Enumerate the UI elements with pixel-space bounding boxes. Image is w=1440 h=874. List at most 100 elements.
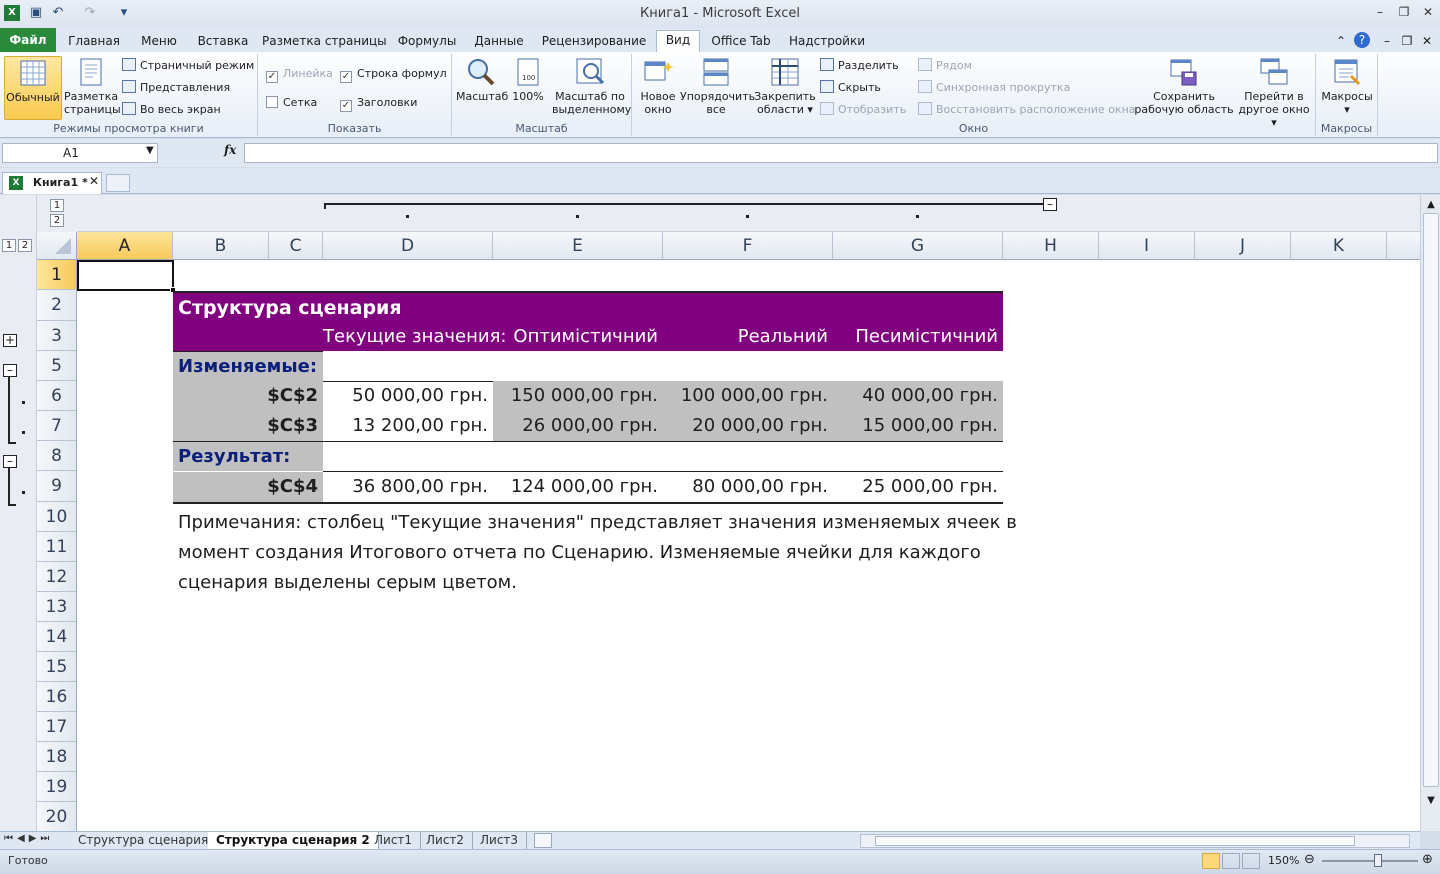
vertical-scroll-thumb[interactable] xyxy=(1423,213,1439,787)
insert-sheet-icon[interactable] xyxy=(534,833,552,848)
column-header-c[interactable]: C xyxy=(269,232,323,260)
page-break-preview-button[interactable]: Страничный режим xyxy=(122,58,254,74)
zoom-to-selection-button[interactable]: Масштаб по выделенному xyxy=(552,56,631,116)
doc-tab-book1[interactable]: X Книга1 * ✕ xyxy=(2,172,102,194)
row-header-3[interactable]: 3 xyxy=(37,321,77,351)
sheet-nav-arrows-icon[interactable]: ⏮◀▶⏭ xyxy=(4,833,53,844)
new-doc-tab-icon[interactable] xyxy=(106,174,130,192)
new-window-button[interactable]: Новое окно xyxy=(636,56,680,116)
sheet-tab-1[interactable]: Структура сценария xyxy=(70,832,218,850)
column-header-e[interactable]: E xyxy=(493,232,663,260)
reset-window-position-button[interactable]: Восстановить расположение окна xyxy=(918,102,1136,118)
collapse-rows-icon[interactable]: – xyxy=(3,455,17,468)
zoom-100-button[interactable]: 100 100% xyxy=(508,56,548,103)
row-header-16[interactable]: 16 xyxy=(37,682,77,712)
row-header-2[interactable]: 2 xyxy=(37,290,77,321)
tab-file[interactable]: Файл xyxy=(0,28,56,52)
column-header-d[interactable]: D xyxy=(323,232,493,260)
row-header-8[interactable]: 8 xyxy=(37,441,77,471)
ruler-checkbox[interactable]: ✓ Линейка xyxy=(266,66,333,83)
zoom-in-icon[interactable]: ⊕ xyxy=(1422,852,1433,867)
row-header-18[interactable]: 18 xyxy=(37,742,77,772)
row-header-13[interactable]: 13 xyxy=(37,592,77,622)
tab-office-tab[interactable]: Office Tab xyxy=(708,32,774,52)
zoom-out-icon[interactable]: ⊖ xyxy=(1304,852,1315,867)
collapse-columns-icon[interactable]: – xyxy=(1043,198,1057,211)
synchronous-scrolling-button[interactable]: Синхронная прокрутка xyxy=(918,80,1070,96)
col-outline-level-2[interactable]: 2 xyxy=(50,214,64,227)
insert-function-icon[interactable]: fx xyxy=(224,143,236,157)
row-header-1[interactable]: 1 xyxy=(37,260,77,290)
minimize-icon[interactable]: – xyxy=(1370,5,1390,21)
unhide-button[interactable]: Отобразить xyxy=(820,102,906,118)
tab-menu[interactable]: Меню xyxy=(134,32,184,52)
row-header-19[interactable]: 19 xyxy=(37,772,77,802)
freeze-panes-button[interactable]: Закрепить области ▾ xyxy=(754,56,816,116)
scroll-up-icon[interactable]: ▲ xyxy=(1424,199,1438,211)
active-cell-a1[interactable] xyxy=(77,260,174,291)
tab-view[interactable]: Вид xyxy=(656,30,700,52)
doc-close-icon[interactable]: ✕ xyxy=(1420,32,1434,52)
hide-button[interactable]: Скрыть xyxy=(820,80,881,96)
doc-restore-icon[interactable]: ❐ xyxy=(1400,32,1414,52)
close-tab-icon[interactable]: ✕ xyxy=(89,174,99,188)
view-side-by-side-button[interactable]: Рядом xyxy=(918,58,972,74)
row-header-10[interactable]: 10 xyxy=(37,502,77,532)
custom-views-button[interactable]: Представления xyxy=(122,80,230,96)
tab-data[interactable]: Данные xyxy=(468,32,530,52)
row-header-20[interactable]: 20 xyxy=(37,802,77,831)
help-icon[interactable]: ? xyxy=(1354,32,1370,48)
row-header-14[interactable]: 14 xyxy=(37,622,77,652)
normal-view-button[interactable]: Обычный xyxy=(4,56,62,120)
page-layout-status-icon[interactable] xyxy=(1222,853,1240,869)
zoom-slider[interactable] xyxy=(1322,860,1418,862)
column-header-b[interactable]: B xyxy=(173,232,269,260)
row-header-11[interactable]: 11 xyxy=(37,532,77,562)
doc-minimize-icon[interactable]: – xyxy=(1380,32,1394,52)
gridlines-checkbox[interactable]: Сетка xyxy=(266,95,317,111)
vertical-scrollbar[interactable]: ▲ ▼ xyxy=(1420,195,1440,831)
page-break-status-icon[interactable] xyxy=(1242,853,1260,869)
zoom-level[interactable]: 150% xyxy=(1268,854,1299,867)
collapse-rows-icon[interactable]: – xyxy=(3,364,17,377)
scroll-down-icon[interactable]: ▼ xyxy=(1424,795,1438,807)
row-header-12[interactable]: 12 xyxy=(37,562,77,592)
tab-review[interactable]: Рецензирование xyxy=(538,32,650,52)
row-header-6[interactable]: 6 xyxy=(37,381,77,411)
column-header-a[interactable]: A xyxy=(77,232,173,260)
tab-page-layout[interactable]: Разметка страницы xyxy=(262,32,387,52)
column-header-k[interactable]: K xyxy=(1291,232,1387,260)
row-header-17[interactable]: 17 xyxy=(37,712,77,742)
horizontal-scroll-thumb[interactable] xyxy=(875,836,1355,846)
name-box-dropdown-icon[interactable]: ▼ xyxy=(146,145,154,156)
sheet-tab-4[interactable]: Лист2 xyxy=(418,832,474,850)
name-box[interactable]: A1 xyxy=(2,143,158,163)
tab-home[interactable]: Главная xyxy=(64,32,124,52)
worksheet-grid[interactable]: 1 2 1 2 – + – – A B C D E F G H I J K 1 … xyxy=(0,195,1420,831)
row-header-15[interactable]: 15 xyxy=(37,652,77,682)
row-header-9[interactable]: 9 xyxy=(37,471,77,502)
horizontal-scrollbar[interactable] xyxy=(860,834,1410,848)
column-header-l[interactable] xyxy=(1387,232,1420,260)
sheet-tab-5[interactable]: Лист3 xyxy=(472,832,528,850)
tab-addins[interactable]: Надстройки xyxy=(784,32,870,52)
save-workspace-button[interactable]: Сохранить рабочую область xyxy=(1134,56,1234,116)
restore-icon[interactable]: ❐ xyxy=(1394,5,1414,21)
row-outline-level-2[interactable]: 2 xyxy=(18,239,32,252)
select-all-button[interactable] xyxy=(37,232,77,260)
tab-formulas[interactable]: Формулы xyxy=(394,32,460,52)
close-icon[interactable]: ✕ xyxy=(1418,5,1438,21)
headings-checkbox[interactable]: ✓ Заголовки xyxy=(340,95,417,112)
col-outline-level-1[interactable]: 1 xyxy=(50,199,64,212)
zoom-slider-thumb[interactable] xyxy=(1374,854,1382,867)
column-header-j[interactable]: J xyxy=(1195,232,1291,260)
row-outline-level-1[interactable]: 1 xyxy=(2,239,16,252)
minimize-ribbon-icon[interactable]: ⌃ xyxy=(1334,32,1348,52)
normal-view-status-icon[interactable] xyxy=(1202,853,1220,869)
column-header-f[interactable]: F xyxy=(663,232,833,260)
sheet-tab-2[interactable]: Структура сценария 2 xyxy=(208,832,379,850)
sheet-tab-3[interactable]: Лист1 xyxy=(366,832,422,850)
page-layout-button[interactable]: Разметка страницы xyxy=(64,56,121,116)
macros-button[interactable]: Макросы ▾ xyxy=(1320,56,1374,116)
split-button[interactable]: Разделить xyxy=(820,58,899,74)
